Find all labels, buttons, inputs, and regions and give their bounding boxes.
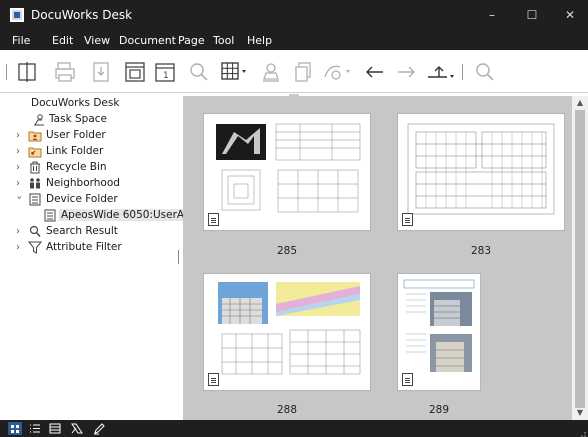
app-icon	[10, 8, 24, 22]
menu-help[interactable]: Help	[247, 34, 272, 47]
minimize-button[interactable]: –	[478, 4, 506, 26]
maximize-button[interactable]: ☐	[518, 4, 546, 26]
document-label: 288	[276, 404, 298, 416]
status-bar	[0, 420, 588, 437]
tree-item-neighborhood[interactable]: › Neighborhood	[10, 176, 178, 192]
menu-page[interactable]: Page	[178, 34, 205, 47]
tree-item-label: Search Result	[46, 225, 118, 237]
scroll-up-icon[interactable]: ▲	[572, 96, 588, 110]
search-icon[interactable]	[186, 59, 212, 85]
search-box-icon[interactable]	[472, 59, 498, 85]
tree-item-label: Attribute Filter	[46, 241, 122, 253]
viewer-icon[interactable]	[122, 59, 148, 85]
user-stamp-icon[interactable]	[258, 59, 284, 85]
forward-arrow-icon[interactable]	[393, 59, 419, 85]
split-icon[interactable]	[14, 59, 40, 85]
tree-item-task-space[interactable]: Task Space	[10, 112, 178, 128]
tree-item-label: Task Space	[49, 113, 107, 125]
vertical-scrollbar[interactable]: ▲ ▼	[572, 96, 588, 420]
document-thumbnail[interactable]	[203, 113, 371, 231]
toolbar-separator	[462, 64, 463, 80]
up-folder-icon[interactable]	[425, 59, 459, 85]
tree-item-label: Link Folder	[46, 145, 104, 157]
menu-tool[interactable]: Tool	[213, 34, 234, 47]
neighborhood-icon	[28, 177, 42, 190]
window-title: DocuWorks Desk	[31, 8, 133, 22]
chevron-right-icon[interactable]: ›	[16, 226, 24, 237]
grid-view-icon[interactable]	[218, 59, 252, 85]
pen-icon[interactable]	[92, 422, 106, 435]
document-label: 289	[428, 404, 450, 416]
chevron-right-icon[interactable]: ›	[16, 146, 24, 157]
tree-item-attribute-filter[interactable]: › Attribute Filter	[10, 240, 178, 256]
scrollbar-thumb[interactable]	[575, 110, 585, 408]
chevron-right-icon[interactable]: ›	[16, 178, 24, 189]
tree-item-search-result[interactable]: › Search Result	[10, 224, 178, 240]
document-label: 283	[470, 245, 492, 257]
document-area: 285 283 288 289	[183, 96, 572, 420]
annotation-toggle-icon[interactable]	[70, 422, 84, 435]
close-button[interactable]: ✕	[556, 4, 584, 26]
toolbar-resize-handle[interactable]	[288, 89, 300, 98]
print-icon[interactable]	[52, 59, 78, 85]
task-space-icon	[32, 113, 46, 126]
chevron-right-icon[interactable]: ›	[16, 242, 24, 253]
pane-splitter[interactable]	[178, 250, 181, 264]
folder-tree: DocuWorks Desk Task Space › User Folder …	[10, 96, 187, 420]
back-arrow-icon[interactable]	[362, 59, 388, 85]
document-type-icon	[402, 373, 413, 386]
tree-root[interactable]: DocuWorks Desk	[10, 96, 178, 112]
document-thumbnail[interactable]	[397, 113, 565, 231]
menu-edit[interactable]: Edit	[52, 34, 73, 47]
menu-bar: File Edit View Document Page Tool Help	[0, 30, 588, 50]
document-thumbnail[interactable]	[203, 273, 371, 391]
device-icon	[43, 209, 57, 222]
document-type-icon	[208, 213, 219, 226]
document-type-icon	[208, 373, 219, 386]
tree-item-label: Neighborhood	[46, 177, 120, 189]
device-folder-icon	[28, 193, 42, 206]
svg-text:1: 1	[163, 71, 169, 81]
menu-document[interactable]: Document	[119, 34, 176, 47]
merge-icon[interactable]	[290, 59, 316, 85]
scroll-down-icon[interactable]: ▼	[572, 406, 588, 420]
tree-item-apeoswide[interactable]: ApeosWide 6050:UserA	[10, 208, 187, 224]
toolbar-grip	[6, 64, 7, 80]
filter-icon	[27, 241, 43, 254]
menu-file[interactable]: File	[12, 34, 30, 47]
recycle-bin-icon	[28, 161, 42, 174]
document-type-icon	[402, 213, 413, 226]
tree-item-label: User Folder	[46, 129, 106, 141]
thumbnail-view-icon[interactable]	[8, 422, 22, 435]
list-view-icon[interactable]	[28, 422, 42, 435]
document-label: 285	[276, 245, 298, 257]
annotation-icon[interactable]: 1	[152, 59, 178, 85]
menu-view[interactable]: View	[84, 34, 110, 47]
link-folder-icon	[28, 145, 42, 158]
toolbar: 1	[0, 50, 588, 93]
tree-item-user-folder[interactable]: › User Folder	[10, 128, 178, 144]
resize-grip-icon[interactable]	[578, 427, 586, 437]
tree-item-recycle-bin[interactable]: › Recycle Bin	[10, 160, 178, 176]
tree-item-link-folder[interactable]: › Link Folder	[10, 144, 178, 160]
tree-item-label: Recycle Bin	[46, 161, 107, 173]
tree-root-label: DocuWorks Desk	[31, 97, 120, 109]
chevron-down-icon[interactable]: ›	[14, 196, 25, 204]
tree-item-label: Device Folder	[46, 193, 118, 205]
detail-view-icon[interactable]	[48, 422, 62, 435]
title-bar: DocuWorks Desk – ☐ ✕	[0, 0, 588, 30]
tree-item-label: ApeosWide 6050:UserA	[59, 209, 187, 221]
tree-item-device-folder[interactable]: › Device Folder	[10, 192, 178, 208]
document-thumbnail[interactable]	[397, 273, 481, 391]
chevron-right-icon[interactable]: ›	[16, 162, 24, 173]
search-result-icon	[28, 225, 42, 238]
send-icon[interactable]	[320, 59, 354, 85]
import-icon[interactable]	[88, 59, 114, 85]
chevron-right-icon[interactable]: ›	[16, 130, 24, 141]
user-folder-icon	[28, 129, 42, 142]
